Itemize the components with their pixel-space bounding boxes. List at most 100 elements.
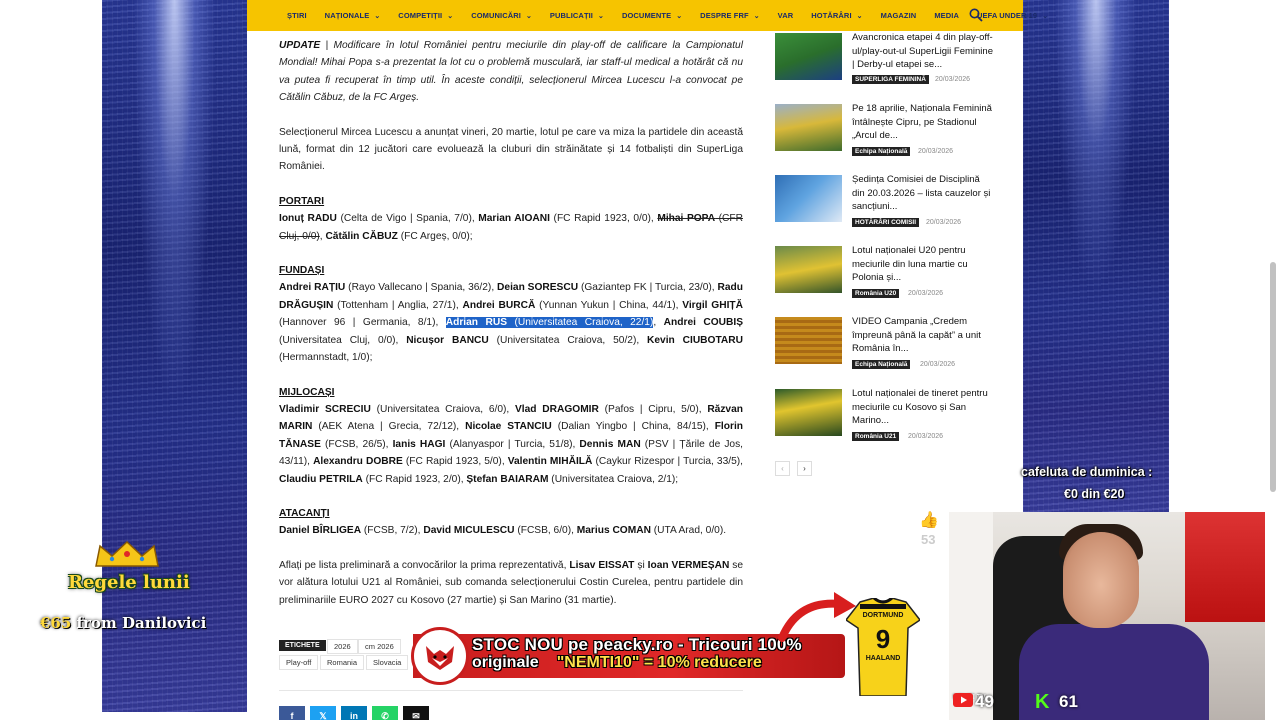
player-name: David MICULESCU [423,525,515,537]
king-of-month-title: Regele lunii [68,572,190,593]
fox-logo-icon [426,646,454,670]
player-name: Nicolae STANCIU [465,421,552,433]
nav-label: MAGAZIN [880,11,917,20]
news-date: 20/03/2026 [935,76,971,83]
youtube-viewer-count: 49 [975,692,994,711]
thumbs-up-icon: 👍 [919,512,939,529]
news-title[interactable]: Avancronica etapei 4 din play-off-ul/pla… [852,31,994,72]
news-category-badge[interactable]: HOTĂRÂRI COMISII [852,218,920,227]
player-club: (FC Rapid 1923, 0/0), [549,213,658,225]
update-paragraph: UPDATE | Modificare în lotul României pe… [279,37,743,107]
fundasi-section: FUNDAȘI Andrei RAȚIU (Rayo Vallecano | S… [279,262,743,366]
nav-item-stiri[interactable]: ȘTIRI [287,11,307,20]
nav-item-nationale[interactable]: NAȚIONALE ⌄ [325,11,381,20]
sidebar-news-item[interactable]: Lotul naționalei de tineret pentru meciu… [775,387,995,449]
tag-link[interactable]: cm 2026 [358,639,401,654]
section-heading-portari: PORTARI [279,195,325,207]
nav-item-media[interactable]: MEDIA [934,11,959,20]
linkedin-share-icon[interactable]: in [341,706,367,720]
news-category-badge[interactable]: România U20 [852,289,900,298]
news-category-badge[interactable]: Echipa Națională [852,147,911,156]
news-thumbnail[interactable] [775,104,842,151]
section-heading-atacanti: ATACANȚI [279,507,330,519]
player-name: Vlad DRAGOMIR [515,403,599,415]
closing-paragraph: Aflați pe lista preliminară a convocăril… [279,557,743,609]
nav-item-magazin[interactable]: MAGAZIN [881,11,917,20]
player-club: (Universitatea Craiova, 22/1) [507,317,654,329]
update-text: | Modificare în lotul României pentru me… [279,40,743,104]
player-name: Andrei COUBIȘ [663,317,744,329]
player-club: (Universitatea Craiova, 2/1); [548,473,679,485]
player-name: Daniel BÎRLIGEA [279,525,362,537]
tag-link[interactable]: 2026 [327,639,358,654]
sidebar-news-item[interactable]: Lotul naționalei U20 pentru meciurile di… [775,244,995,306]
jersey-brand: DORTMUND [863,612,904,619]
chevron-down-icon: ⌄ [1042,12,1049,20]
nav-label: VAR [777,11,794,20]
nav-item-competitii[interactable]: COMPETIȚII ⌄ [398,11,453,20]
news-title[interactable]: VIDEO Campania „Credem împreună până la … [852,315,994,356]
nav-label: MEDIA [934,11,959,20]
crown-icon [95,540,159,567]
sidebar-news-item[interactable]: Avancronica etapei 4 din play-off-ul/pla… [775,31,995,93]
player-name: Marius COMAN [576,525,651,537]
stadium-background-right [1023,0,1169,512]
news-title[interactable]: Lotul naționalei U20 pentru meciurile di… [852,244,994,285]
promo-text-line2: originale "NEMTI10" = 10% reducere [472,654,762,672]
page-scrollbar[interactable] [1270,262,1276,492]
sidebar-news-item[interactable]: Pe 18 aprilie, Naționala Feminină întâln… [775,102,995,164]
divider [279,690,743,691]
pagination-next-button[interactable]: › [797,461,812,476]
nav-item-var[interactable]: VAR [778,11,794,20]
tag-link[interactable]: Slovacia [366,655,409,670]
promo-text-line1: STOC NOU pe peacky.ro - Tricouri 100% [472,635,802,654]
search-icon[interactable] [969,8,983,22]
nav-item-documente[interactable]: DOCUMENTE ⌄ [622,11,682,20]
youtube-icon [953,693,973,707]
nav-item-publicatii[interactable]: PUBLICAȚII ⌄ [550,11,604,20]
news-thumbnail[interactable] [775,389,842,436]
news-title[interactable]: Lotul naționalei de tineret pentru meciu… [852,387,994,428]
nav-item-hotarari[interactable]: HOTĂRÂRI ⌄ [811,11,862,20]
player-club: (FC Argeș, 0/0); [397,230,473,242]
promo-text: originale [472,654,539,671]
news-title[interactable]: Ședința Comisiei de Disciplină din 20.03… [852,173,994,214]
news-category-badge[interactable]: SUPERLIGA FEMININĂ [852,75,929,84]
player-club: (Dalian Yingbo | China, 84/15), [551,421,715,433]
news-thumbnail[interactable] [775,175,842,222]
nav-label: COMUNICĂRI [471,11,521,20]
section-heading-fundasi: FUNDAȘI [279,265,325,277]
news-thumbnail[interactable] [775,33,842,80]
like-count: 53 [921,532,936,547]
tag-link[interactable]: Play-off [279,655,319,670]
closing-text: Aflați pe lista preliminară a convocăril… [279,559,570,571]
news-title[interactable]: Pe 18 aprilie, Naționala Feminină întâln… [852,102,994,143]
sidebar-news-item[interactable]: VIDEO Campania „Credem împreună până la … [775,315,995,377]
player-name: Andrei RAȚIU [279,282,346,294]
mijlocasi-section: MIJLOCAȘI Vladimir SCRECIU (Universitate… [279,384,743,488]
pagination-prev-button[interactable]: ‹ [775,461,790,476]
player-name: Dennis MAN [579,438,641,450]
nav-label: DOCUMENTE [621,11,672,20]
nav-item-despre-frf[interactable]: DESPRE FRF ⌄ [700,11,759,20]
peacky-logo [411,627,469,685]
tag-link[interactable]: Romania [320,655,365,670]
player-name: Ioan VERMEȘAN [647,559,730,571]
news-category-badge[interactable]: Echipa Națională [852,360,911,369]
news-thumbnail[interactable] [775,317,842,364]
player-name: Alexandru DOBRE [313,456,403,468]
player-club: (Rayo Vallecano | Spania, 36/2), [345,282,498,294]
chevron-down-icon: ⌄ [447,12,454,20]
nav-item-uefa-u19[interactable]: UEFA UNDER 19 ⌄ [977,11,1048,20]
news-category-badge[interactable]: România U21 [852,432,900,441]
player-club: (Hermannstadt, 1/0); [279,352,373,364]
email-share-icon[interactable]: ✉ [403,706,429,720]
whatsapp-share-icon[interactable]: ✆ [372,706,398,720]
selected-text[interactable]: Adrian RUS (Universitatea Craiova, 22/1) [445,317,654,329]
twitter-share-icon[interactable]: 𝕏 [310,706,336,720]
news-thumbnail[interactable] [775,246,842,293]
nav-item-comunicari[interactable]: COMUNICĂRI ⌄ [471,11,532,20]
facebook-share-icon[interactable]: f [279,706,305,720]
player-name: Virgil GHIȚĂ [682,299,743,311]
sidebar-news-item[interactable]: Ședința Comisiei de Disciplină din 20.03… [775,173,995,235]
